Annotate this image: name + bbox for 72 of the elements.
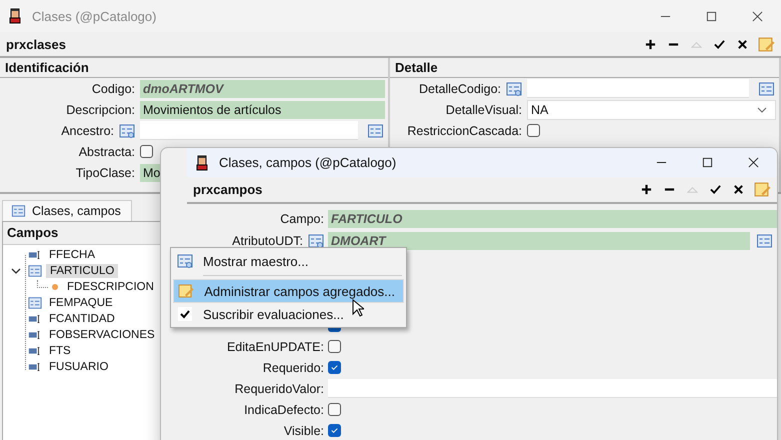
field-label: AtributoUDT:	[232, 234, 303, 248]
field-label: Descripcion:	[66, 102, 135, 116]
field-label: DetalleVisual:	[446, 102, 522, 116]
text-field[interactable]: Movimientos de artículos	[140, 100, 385, 118]
menu-item[interactable]: Administrar campos agregados...	[173, 279, 404, 303]
field-label: Ancestro:	[61, 124, 114, 138]
close-icon[interactable]	[752, 10, 763, 22]
section-header: Identificación	[0, 58, 388, 78]
maximize-icon[interactable]	[706, 10, 717, 22]
checkmark-icon[interactable]	[714, 38, 725, 50]
tree-item[interactable]: FUSUARIO	[46, 361, 112, 373]
field-label: EditaEnUPDATE:	[226, 340, 324, 354]
field-label: Requerido:	[262, 360, 324, 374]
table-icon	[27, 264, 43, 278]
field-label: IndicaDefecto:	[244, 402, 324, 416]
lookup-icon	[177, 253, 193, 269]
checkbox[interactable]	[527, 124, 540, 137]
lookup-icon[interactable]	[308, 232, 324, 248]
tree-item[interactable]: FOBSERVACIONES	[46, 329, 158, 341]
checkbox[interactable]	[328, 424, 341, 437]
menu-item[interactable]: Suscribir evaluaciones...	[173, 303, 404, 325]
cancel-icon[interactable]	[733, 184, 744, 195]
text-field[interactable]: FARTICULO	[328, 210, 777, 228]
tree-item[interactable]: FTS	[46, 345, 74, 357]
table-icon	[27, 296, 43, 310]
list-icon[interactable]	[756, 232, 773, 248]
list-icon[interactable]	[758, 80, 775, 96]
lookup-icon[interactable]	[119, 122, 135, 138]
person-icon	[195, 154, 209, 170]
tab[interactable]: Clases, campos	[2, 200, 132, 221]
text-field[interactable]: DMOART	[328, 232, 750, 250]
maximize-icon[interactable]	[702, 157, 713, 168]
menu-item[interactable]: Mostrar maestro...	[173, 250, 404, 272]
mouse-cursor-icon	[352, 299, 364, 317]
text-field[interactable]	[527, 79, 749, 98]
tree-item[interactable]: FEMPAQUE	[46, 297, 116, 309]
checkbox[interactable]	[328, 403, 341, 416]
field-label: Visible:	[284, 424, 324, 438]
field-label: RestriccionCascada:	[407, 124, 522, 138]
tree-item[interactable]: FARTICULO	[46, 264, 118, 278]
window-title: Clases, campos (@pCatalogo)	[219, 155, 396, 170]
add-icon[interactable]	[645, 38, 656, 50]
add-icon[interactable]	[641, 184, 652, 195]
field-label: DetalleCodigo:	[419, 82, 501, 96]
text-field[interactable]: dmoARTMOV	[140, 80, 385, 98]
checkbox[interactable]	[328, 361, 341, 374]
lookup-icon[interactable]	[506, 80, 522, 96]
window-title: Clases (@pCatalogo)	[32, 8, 156, 24]
cancel-icon[interactable]	[737, 38, 748, 50]
table-icon	[11, 204, 26, 218]
chevron-down-icon[interactable]	[757, 106, 767, 112]
dot-icon	[51, 283, 59, 291]
close-icon[interactable]	[748, 157, 759, 168]
tree-item[interactable]: FFECHA	[46, 249, 98, 261]
field-label: TipoClase:	[76, 166, 135, 180]
checkmark-icon[interactable]	[710, 184, 721, 195]
tree-item[interactable]: FDESCRIPCION	[64, 281, 157, 293]
person-icon	[8, 8, 22, 24]
tree-item[interactable]: FCANTIDAD	[46, 313, 118, 325]
checkbox[interactable]	[328, 340, 341, 353]
list-icon[interactable]	[367, 122, 384, 138]
edit-note-icon	[178, 283, 194, 299]
text-field[interactable]	[140, 121, 358, 140]
field-label: Abstracta:	[78, 144, 135, 158]
form-title: prxclases	[6, 36, 66, 52]
form-title: prxcampos	[193, 182, 262, 197]
text-field[interactable]	[328, 379, 777, 398]
field-label: RequeridoValor:	[234, 382, 324, 396]
checkbox[interactable]	[140, 145, 153, 158]
dropdown[interactable]: NA	[527, 100, 776, 120]
field-label: Codigo:	[92, 82, 135, 96]
section-header: Detalle	[390, 58, 779, 78]
